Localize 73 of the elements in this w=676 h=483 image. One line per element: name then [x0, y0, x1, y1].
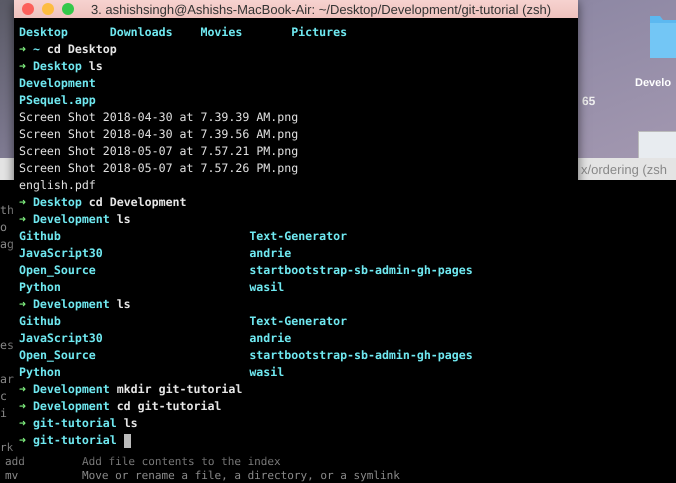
- directory-name: andrie: [249, 330, 292, 347]
- prompt-arrow: ➜: [19, 194, 26, 211]
- terminal-text: es: [0, 337, 14, 354]
- command-text: ls: [116, 296, 131, 313]
- close-icon[interactable]: [22, 3, 34, 15]
- prompt-directory: Desktop: [32, 58, 82, 75]
- terminal-text: i: [0, 405, 7, 422]
- prompt-arrow: ➜: [19, 296, 26, 313]
- directory-name: Text-Generator: [249, 228, 348, 245]
- terminal-text: ag: [0, 236, 14, 253]
- directory-name: Movies: [200, 24, 244, 41]
- directory-name: Development: [19, 75, 96, 92]
- window-title: x/ordering (zsh: [581, 162, 667, 176]
- prompt-directory: Development: [32, 381, 110, 398]
- prompt-directory: Development: [32, 211, 110, 228]
- directory-name: wasil: [249, 279, 286, 296]
- file-name: Screen Shot 2018-05-07 at 7.57.21 PM.png: [19, 143, 298, 160]
- prompt-directory: Development: [32, 296, 110, 313]
- command-text: ls: [116, 211, 131, 228]
- terminal-text: th: [0, 202, 14, 219]
- prompt-directory: Development: [32, 398, 110, 415]
- file-name: Screen Shot 2018-05-07 at 7.57.26 PM.png: [19, 160, 298, 177]
- window-title: 3. ashishsingh@Ashishs-MacBook-Air: ~/Desktop/Development/git-tutorial (zsh): [90, 2, 552, 16]
- terminal-text: ar: [0, 371, 14, 388]
- prompt-directory: git-tutorial: [32, 432, 117, 449]
- command-text: cd git-tutorial: [116, 398, 222, 415]
- directory-name: Open_Source: [19, 262, 97, 279]
- command-description: Move or rename a file, a directory, or a symlink: [82, 469, 400, 483]
- prompt-arrow: ➜: [19, 381, 26, 398]
- directory-name: Open_Source: [19, 347, 97, 364]
- command-name: mv: [5, 469, 20, 483]
- directory-name: Text-Generator: [249, 313, 348, 330]
- prompt-arrow: ➜: [19, 398, 26, 415]
- prompt-arrow: ➜: [19, 415, 26, 432]
- prompt-arrow: ➜: [19, 432, 26, 449]
- directory-name: andrie: [249, 245, 292, 262]
- directory-name: JavaScript30: [19, 245, 104, 262]
- terminal-text: o: [0, 219, 7, 236]
- desktop-text: 65: [582, 94, 596, 108]
- directory-name: PSequel.app: [19, 92, 96, 109]
- directory-name: Github: [19, 313, 62, 330]
- prompt-directory: git-tutorial: [32, 415, 117, 432]
- directory-name: JavaScript30: [19, 330, 104, 347]
- directory-name: startbootstrap-sb-admin-gh-pages: [249, 347, 474, 364]
- prompt-arrow: ➜: [19, 58, 26, 75]
- directory-name: Python: [19, 279, 62, 296]
- zoom-icon[interactable]: [62, 3, 74, 15]
- command-description: Add file contents to the index: [82, 455, 281, 469]
- file-name: english.pdf: [19, 177, 96, 194]
- directory-name: wasil: [249, 364, 286, 381]
- prompt-directory: Desktop: [32, 194, 82, 211]
- folder-label: Develo: [635, 77, 672, 89]
- prompt-arrow: ➜: [19, 211, 26, 228]
- terminal-text: c: [0, 388, 7, 405]
- prompt-arrow: ➜: [19, 41, 26, 58]
- command-text: ls: [124, 415, 138, 432]
- file-name: Screen Shot 2018-04-30 at 7.39.56 AM.png: [19, 126, 298, 143]
- directory-name: startbootstrap-sb-admin-gh-pages: [249, 262, 474, 279]
- command-text: mkdir git-tutorial: [116, 381, 242, 398]
- minimize-icon[interactable]: [42, 3, 54, 15]
- directory-name: Pictures: [291, 24, 348, 41]
- command-text: ls: [88, 58, 103, 75]
- directory-name: Desktop: [19, 24, 69, 41]
- directory-name: Downloads: [110, 24, 174, 41]
- directory-name: Python: [19, 364, 62, 381]
- directory-name: Github: [19, 228, 62, 245]
- terminal-text: rk: [0, 441, 14, 455]
- file-name: Screen Shot 2018-04-30 at 7.39.39 AM.png: [19, 109, 298, 126]
- command-name: add: [5, 455, 26, 469]
- command-text: cd Desktop: [46, 41, 117, 58]
- command-text: cd Development: [88, 194, 187, 211]
- prompt-directory: ~: [32, 41, 40, 58]
- folder-icon[interactable]: [648, 14, 676, 60]
